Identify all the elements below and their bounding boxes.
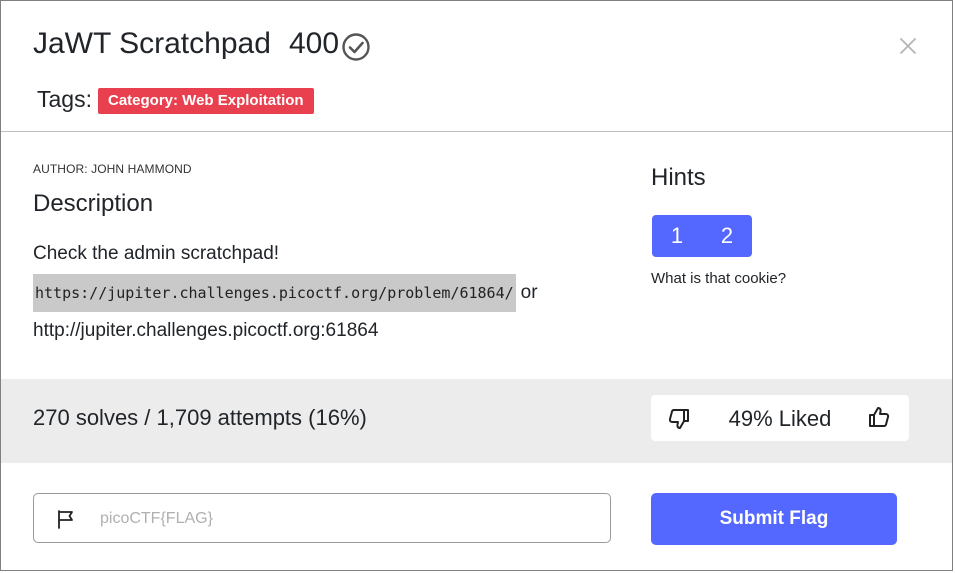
stats-bar: 270 solves / 1,709 attempts (16%) 49% Li… bbox=[1, 379, 952, 463]
hint-button-1[interactable]: 1 bbox=[652, 215, 702, 257]
hint-text: What is that cookie? bbox=[651, 270, 787, 287]
tags-label: Tags: bbox=[37, 86, 92, 112]
challenge-modal: JaWT Scratchpad 400 Tags: Category: Web … bbox=[0, 0, 953, 571]
flag-icon bbox=[58, 510, 73, 529]
check-circle-icon bbox=[342, 33, 370, 61]
close-icon[interactable] bbox=[897, 35, 919, 57]
description-text: Check the admin scratchpad! bbox=[33, 243, 280, 264]
author-label: AUTHOR: JOHN HAMMOND bbox=[33, 162, 192, 176]
challenge-points: 400 bbox=[289, 27, 340, 60]
hints-heading: Hints bbox=[651, 164, 706, 191]
category-tag[interactable]: Category: Web Exploitation bbox=[98, 88, 314, 114]
solves-count: 270 solves / 1,709 attempts (16%) bbox=[33, 405, 367, 430]
challenge-title: JaWT Scratchpad bbox=[33, 27, 271, 60]
challenge-link-secondary[interactable]: http://jupiter.challenges.picoctf.org:61… bbox=[33, 320, 378, 342]
challenge-link-primary[interactable]: https://jupiter.challenges.picoctf.org/p… bbox=[33, 274, 516, 312]
submit-flag-button[interactable]: Submit Flag bbox=[651, 493, 897, 545]
modal-header: JaWT Scratchpad 400 Tags: Category: Web … bbox=[1, 1, 952, 132]
link-row: https://jupiter.challenges.picoctf.org/p… bbox=[33, 274, 538, 312]
hint-button-2[interactable]: 2 bbox=[702, 215, 752, 257]
flag-input-wrapper bbox=[33, 493, 611, 543]
link-separator: or bbox=[520, 282, 538, 303]
hint-button-group: 1 2 bbox=[652, 215, 752, 257]
description-heading: Description bbox=[33, 190, 154, 217]
thumbs-up-icon[interactable] bbox=[867, 405, 891, 429]
like-box: 49% Liked bbox=[651, 395, 909, 441]
flag-input[interactable] bbox=[98, 504, 592, 534]
